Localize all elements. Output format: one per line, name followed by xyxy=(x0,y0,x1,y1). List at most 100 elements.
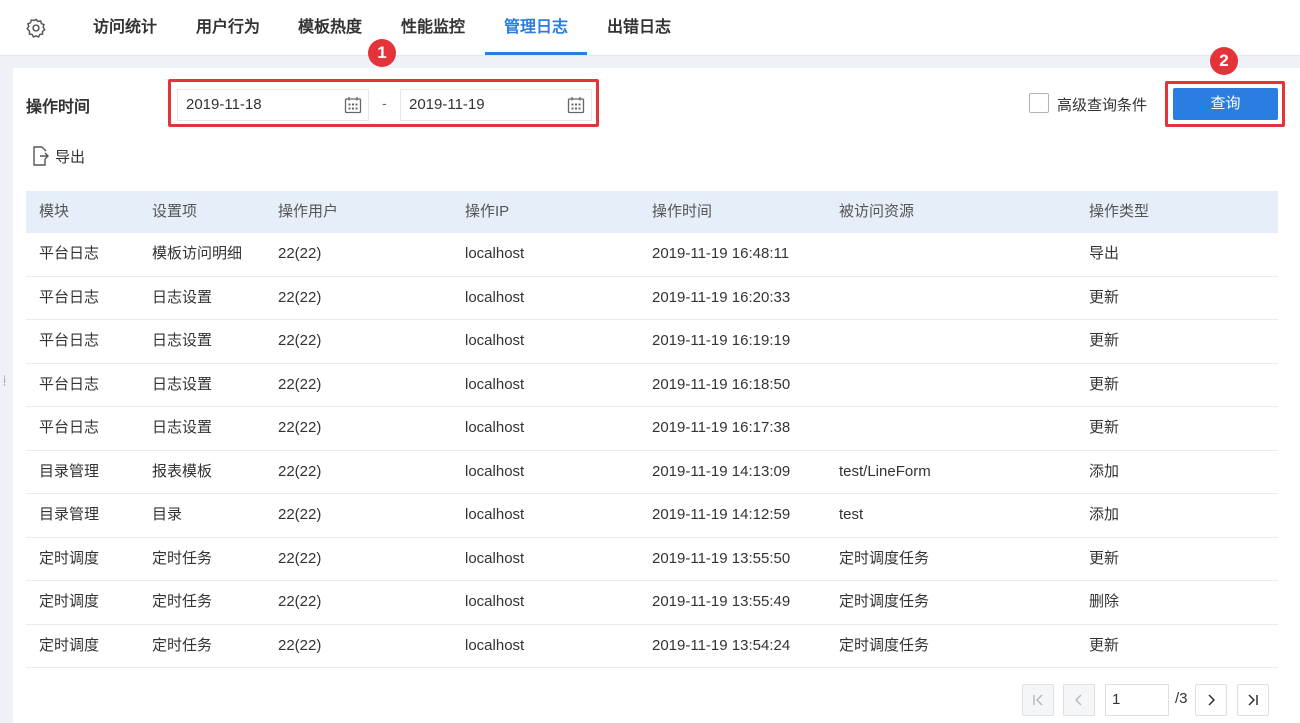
chevron-right-icon xyxy=(1208,694,1216,706)
resize-handle[interactable]: ⁝ ⁝ xyxy=(3,375,7,392)
table-header: 模块 设置项 操作用户 操作IP 操作时间 被访问资源 操作类型 xyxy=(26,191,1278,233)
cell-module: 定时调度 xyxy=(39,549,100,567)
prev-page-button[interactable] xyxy=(1063,684,1095,716)
table-row[interactable]: 平台日志 日志设置 22(22) localhost 2019-11-19 16:17:… xyxy=(26,407,1278,451)
cell-operator: 22(22) xyxy=(278,375,322,393)
header-operation-time: 操作时间 xyxy=(652,203,713,220)
tab-visit-stats[interactable]: 访问统计 xyxy=(93,0,157,56)
cell-operator: 22(22) xyxy=(278,245,322,262)
cell-setting-item: 日志设置 xyxy=(152,288,213,306)
cell-operation-type: 更新 xyxy=(1089,332,1120,349)
cell-operator: 22(22) xyxy=(278,462,322,480)
cell-operator: 22(22) xyxy=(278,549,322,567)
advanced-query-checkbox[interactable] xyxy=(1029,93,1049,113)
top-tab-bar: 访问统计 用户行为 模板热度 性能监控 管理日志 出错日志 xyxy=(0,0,1300,56)
tab-management-log[interactable]: 管理日志 xyxy=(504,0,568,56)
table-row[interactable]: 目录管理 报表模板 22(22) localhost 2019-11-19 14:13:… xyxy=(26,451,1278,494)
header-operator-ip: 操作IP xyxy=(465,203,510,220)
export-button[interactable]: 导出 xyxy=(31,145,85,167)
cell-operator-ip: localhost xyxy=(465,375,525,393)
table-row[interactable]: 定时调度 定时任务 22(22) localhost 2019-11-19 13:54:… xyxy=(26,625,1278,668)
cell-operator-ip: localhost xyxy=(465,636,525,654)
annotation-badge-2: 2 xyxy=(1210,47,1238,75)
cell-operation-type: 更新 xyxy=(1089,419,1120,436)
calendar-icon[interactable] xyxy=(344,96,362,114)
cell-operation-time: 2019-11-19 14:12:59 xyxy=(652,506,791,523)
table-row[interactable]: 平台日志 日志设置 22(22) localhost 2019-11-19 16:19:… xyxy=(26,320,1278,364)
cell-module: 平台日志 xyxy=(39,419,100,436)
cell-module: 目录管理 xyxy=(39,506,100,523)
last-page-button[interactable] xyxy=(1237,684,1269,716)
cell-operator: 22(22) xyxy=(278,593,322,610)
cell-module: 定时调度 xyxy=(39,593,100,610)
header-operation-type: 操作类型 xyxy=(1089,203,1150,220)
end-date-input[interactable]: 2019-11-19 xyxy=(400,89,592,121)
log-panel: 操作时间 2019-11-18 - 2019-11-19 1 高级查询条件 查询… xyxy=(13,39,1300,723)
header-operator: 操作用户 xyxy=(278,203,339,220)
table-row[interactable]: 平台日志 模板访问明细 22(22) localhost 2019-11-19 16:4… xyxy=(26,233,1278,277)
next-page-button[interactable] xyxy=(1195,684,1227,716)
tab-template-heat[interactable]: 模板热度 xyxy=(298,0,362,56)
cell-resource xyxy=(839,407,1089,450)
cell-setting-item: 模板访问明细 xyxy=(152,245,243,262)
cell-operation-time: 2019-11-19 16:18:50 xyxy=(652,375,791,393)
cell-operation-time: 2019-11-19 16:17:38 xyxy=(652,419,791,436)
last-page-icon xyxy=(1248,694,1258,706)
cell-resource: test/LineForm xyxy=(839,462,931,480)
cell-operation-time: 2019-11-19 16:48:11 xyxy=(652,245,790,262)
cell-operation-type: 更新 xyxy=(1089,636,1120,654)
cell-setting-item: 日志设置 xyxy=(152,332,213,349)
cell-operation-type: 导出 xyxy=(1089,245,1120,262)
table-row[interactable]: 目录管理 目录 22(22) localhost 2019-11-19 14:12:59… xyxy=(26,494,1278,538)
cell-operator: 22(22) xyxy=(278,419,322,436)
table-row[interactable]: 定时调度 定时任务 22(22) localhost 2019-11-19 13:55:… xyxy=(26,538,1278,581)
cell-operation-time: 2019-11-19 16:19:19 xyxy=(652,332,791,349)
tab-error-log[interactable]: 出错日志 xyxy=(607,0,671,56)
log-table: 模块 设置项 操作用户 操作IP 操作时间 被访问资源 操作类型 平台日志 模板访… xyxy=(26,191,1278,668)
cell-setting-item: 定时任务 xyxy=(152,636,213,654)
cell-operator-ip: localhost xyxy=(465,419,525,436)
header-resource: 被访问资源 xyxy=(839,203,915,220)
tab-performance-monitor[interactable]: 性能监控 xyxy=(401,0,465,56)
cell-resource xyxy=(839,320,1089,363)
cell-setting-item: 目录 xyxy=(152,506,183,523)
gear-icon[interactable] xyxy=(25,17,47,39)
query-button[interactable]: 查询 xyxy=(1173,88,1278,120)
cell-operation-time: 2019-11-19 13:55:50 xyxy=(652,549,791,567)
page-number-input[interactable]: 1 xyxy=(1105,684,1169,716)
cell-setting-item: 日志设置 xyxy=(152,419,213,436)
export-label: 导出 xyxy=(55,148,86,166)
start-date-input[interactable]: 2019-11-18 xyxy=(177,89,369,121)
cell-setting-item: 定时任务 xyxy=(152,593,213,610)
cell-resource xyxy=(839,277,1089,320)
table-row[interactable]: 定时调度 定时任务 22(22) localhost 2019-11-19 13:55:… xyxy=(26,581,1278,625)
date-separator: - xyxy=(382,95,387,111)
cell-resource xyxy=(839,364,1089,407)
cell-operation-type: 更新 xyxy=(1089,375,1120,393)
table-row[interactable]: 平台日志 日志设置 22(22) localhost 2019-11-19 16:20:… xyxy=(26,277,1278,320)
cell-setting-item: 日志设置 xyxy=(152,375,213,393)
cell-operation-time: 2019-11-19 13:55:49 xyxy=(652,593,791,610)
page-total: /3 xyxy=(1175,690,1188,707)
cell-module: 平台日志 xyxy=(39,245,100,262)
cell-operator-ip: localhost xyxy=(465,245,525,262)
table-body: 平台日志 模板访问明细 22(22) localhost 2019-11-19 16:4… xyxy=(26,233,1278,668)
tab-user-behavior[interactable]: 用户行为 xyxy=(196,0,260,56)
cell-operation-type: 更新 xyxy=(1089,549,1120,567)
cell-setting-item: 定时任务 xyxy=(152,549,213,567)
annotation-badge-1: 1 xyxy=(368,39,396,67)
cell-resource: 定时调度任务 xyxy=(839,636,930,654)
calendar-icon[interactable] xyxy=(567,96,585,114)
cell-operation-type: 添加 xyxy=(1089,506,1120,523)
advanced-query-label[interactable]: 高级查询条件 xyxy=(1057,94,1147,115)
operation-time-label: 操作时间 xyxy=(26,99,91,116)
cell-operation-time: 2019-11-19 16:20:33 xyxy=(652,288,791,306)
cell-operator-ip: localhost xyxy=(465,462,525,480)
cell-operator-ip: localhost xyxy=(465,332,525,349)
first-page-button[interactable] xyxy=(1022,684,1054,716)
cell-operator: 22(22) xyxy=(278,636,322,654)
chevron-left-icon xyxy=(1074,694,1082,706)
cell-module: 平台日志 xyxy=(39,375,100,393)
cell-operator: 22(22) xyxy=(278,332,322,349)
table-row[interactable]: 平台日志 日志设置 22(22) localhost 2019-11-19 16:18:… xyxy=(26,364,1278,407)
